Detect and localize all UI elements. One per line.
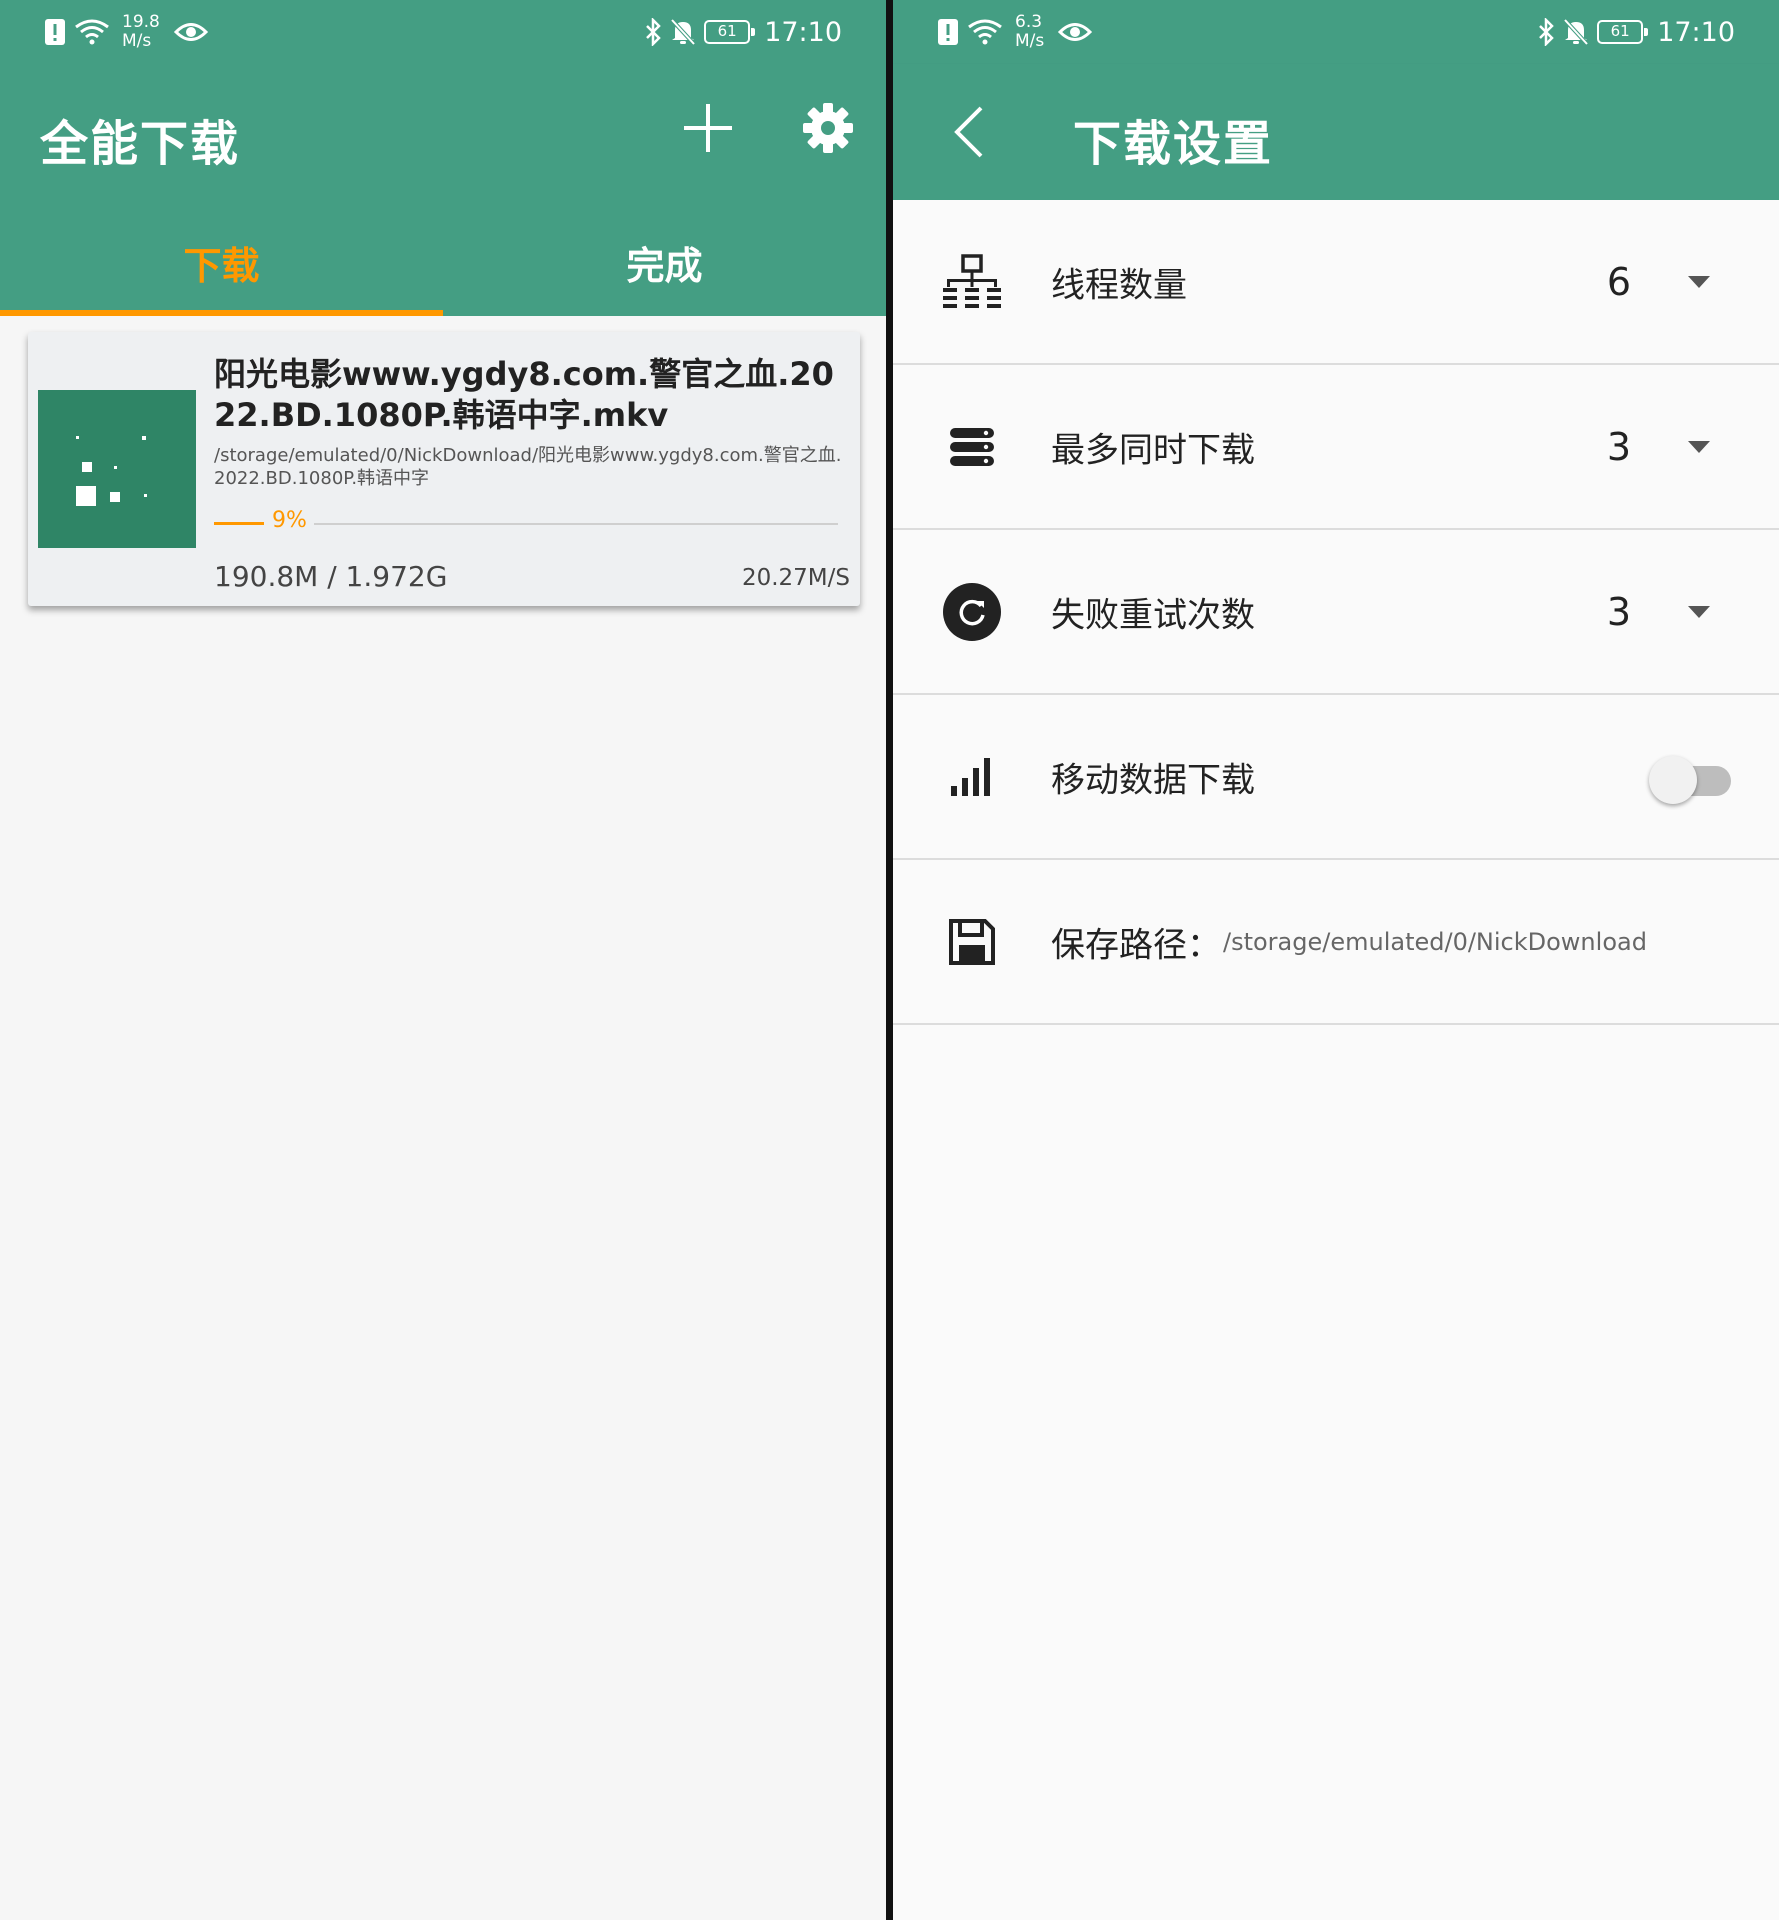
split-screen: 19.8 M/s 61 17:10 全能下载 下载 完成 阳光电影www.ygd… xyxy=(0,0,1779,1920)
page-title: 下载设置 xyxy=(1073,116,1274,172)
bluetooth-icon xyxy=(1539,18,1554,46)
app-bar: 下载设置 xyxy=(893,64,1779,200)
setting-value[interactable]: 6 xyxy=(1607,260,1631,304)
download-speed: 20.27M/S xyxy=(741,565,850,591)
speed-unit: M/s xyxy=(122,31,152,51)
download-list-screen: 19.8 M/s 61 17:10 全能下载 下载 完成 阳光电影www.ygd… xyxy=(0,0,886,1920)
setting-label: 最多同时下载 xyxy=(1051,430,1255,470)
tab-completed[interactable]: 完成 xyxy=(443,228,886,316)
signal-bars-icon xyxy=(941,746,1003,808)
chevron-left-icon xyxy=(954,106,983,158)
alert-icon xyxy=(938,19,958,45)
app-title: 全能下载 xyxy=(40,116,241,172)
plus-icon xyxy=(684,104,732,152)
mobile-data-toggle[interactable] xyxy=(1649,752,1733,804)
setting-label: 失败重试次数 xyxy=(1051,595,1255,635)
download-file-path: /storage/emulated/0/NickDownload/阳光电影www… xyxy=(214,445,842,489)
setting-value[interactable]: 3 xyxy=(1607,425,1631,469)
setting-label: 保存路径： xyxy=(1051,925,1221,965)
download-item-card[interactable]: 阳光电影www.ygdy8.com.警官之血.2022.BD.1080P.韩语中… xyxy=(28,332,860,606)
network-tree-icon xyxy=(941,251,1003,313)
save-path-value[interactable]: /storage/emulated/0/NickDownload xyxy=(1223,928,1647,956)
dropdown-arrow-icon[interactable] xyxy=(1687,440,1711,454)
bell-off-icon xyxy=(1563,18,1589,46)
setting-value[interactable]: 3 xyxy=(1607,590,1631,634)
tab-bar: 下载 完成 xyxy=(0,228,886,316)
wifi-icon xyxy=(75,19,109,45)
settings-list: 线程数量 6 最多同时下载 3 失败重试次数 3 移动数据下载 保存路径： /s… xyxy=(893,200,1779,1025)
file-thumbnail xyxy=(38,390,196,548)
gear-icon xyxy=(803,103,853,153)
status-time: 17:10 xyxy=(764,16,842,48)
save-icon xyxy=(941,911,1003,973)
setting-mobile-data[interactable]: 移动数据下载 xyxy=(893,695,1779,860)
progress-percent: 9% xyxy=(272,508,307,533)
speed-value: 6.3 xyxy=(1015,12,1043,32)
status-bar: 19.8 M/s 61 17:10 xyxy=(0,0,886,64)
setting-retry-count[interactable]: 失败重试次数 3 xyxy=(893,530,1779,695)
battery-indicator: 61 xyxy=(1597,20,1649,44)
speed-unit: M/s xyxy=(1015,31,1045,51)
stack-icon xyxy=(941,416,1003,478)
progress-track xyxy=(314,523,838,525)
dropdown-arrow-icon[interactable] xyxy=(1687,605,1711,619)
status-bar: 6.3 M/s 61 17:10 xyxy=(893,0,1779,64)
bluetooth-icon xyxy=(646,18,661,46)
download-file-name: 阳光电影www.ygdy8.com.警官之血.2022.BD.1080P.韩语中… xyxy=(214,355,834,434)
toggle-knob xyxy=(1649,755,1697,804)
dropdown-arrow-icon[interactable] xyxy=(1687,275,1711,289)
download-progress: 9% xyxy=(214,508,848,538)
refresh-icon xyxy=(941,581,1003,643)
eye-icon xyxy=(173,23,208,41)
setting-label: 线程数量 xyxy=(1051,265,1187,305)
download-size: 190.8M / 1.972G xyxy=(214,560,448,593)
alert-icon xyxy=(45,19,65,45)
eye-icon xyxy=(1058,23,1093,41)
wifi-icon xyxy=(968,19,1002,45)
battery-indicator: 61 xyxy=(704,20,756,44)
progress-fill xyxy=(214,522,264,525)
bell-off-icon xyxy=(670,18,696,46)
download-settings-screen: 6.3 M/s 61 17:10 下载设置 线程数量 6 最多同时下载 3 失败… xyxy=(893,0,1779,1920)
setting-save-path[interactable]: 保存路径： /storage/emulated/0/NickDownload xyxy=(893,860,1779,1025)
settings-button[interactable] xyxy=(796,96,860,160)
setting-label: 移动数据下载 xyxy=(1051,760,1255,800)
setting-thread-count[interactable]: 线程数量 6 xyxy=(893,200,1779,365)
status-time: 17:10 xyxy=(1657,16,1735,48)
tab-downloading[interactable]: 下载 xyxy=(0,228,443,316)
speed-value: 19.8 xyxy=(122,12,160,32)
app-bar: 全能下载 下载 完成 xyxy=(0,64,886,316)
setting-max-concurrent[interactable]: 最多同时下载 3 xyxy=(893,365,1779,530)
add-download-button[interactable] xyxy=(676,96,740,160)
back-button[interactable] xyxy=(939,100,999,164)
network-speed: 19.8 M/s xyxy=(122,13,160,51)
network-speed: 6.3 M/s xyxy=(1015,13,1044,51)
